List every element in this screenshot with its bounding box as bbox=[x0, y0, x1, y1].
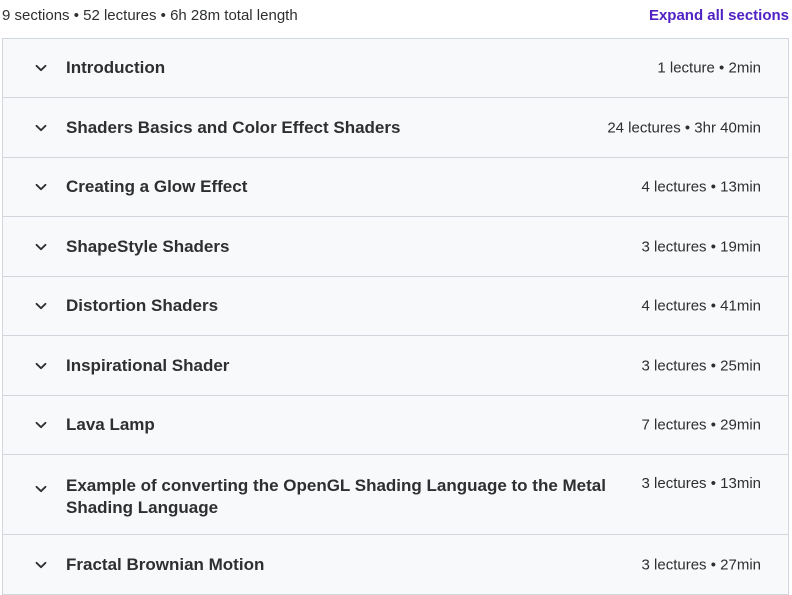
curriculum-summary: 9 sections • 52 lectures • 6h 28m total … bbox=[2, 7, 298, 24]
chevron-down-icon bbox=[35, 62, 47, 74]
section-inspirational-shader[interactable]: Inspirational Shader 3 lectures • 25min bbox=[3, 336, 788, 396]
section-lava-lamp[interactable]: Lava Lamp 7 lectures • 29min bbox=[3, 396, 788, 455]
chevron-down-icon bbox=[35, 241, 47, 253]
section-opengl-to-metal[interactable]: Example of converting the OpenGL Shading… bbox=[3, 455, 788, 535]
section-title: Example of converting the OpenGL Shading… bbox=[66, 476, 606, 517]
section-meta: 3 lectures • 25min bbox=[641, 357, 761, 374]
section-distortion-shaders[interactable]: Distortion Shaders 4 lectures • 41min bbox=[3, 277, 788, 336]
section-title: Fractal Brownian Motion bbox=[66, 554, 265, 574]
section-title: Distortion Shaders bbox=[66, 296, 219, 315]
chevron-down-icon bbox=[35, 360, 47, 372]
curriculum-header: 9 sections • 52 lectures • 6h 28m total … bbox=[0, 0, 792, 32]
section-title: Introduction bbox=[66, 58, 166, 77]
section-meta: 3 lectures • 13min bbox=[641, 475, 761, 492]
section-introduction[interactable]: Introduction 1 lecture • 2min bbox=[3, 39, 788, 98]
section-meta: 4 lectures • 41min bbox=[641, 297, 761, 315]
section-title: Creating a Glow Effect bbox=[66, 177, 248, 196]
section-meta: 1 lecture • 2min bbox=[657, 59, 761, 77]
chevron-down-icon bbox=[35, 300, 47, 312]
chevron-down-icon bbox=[35, 181, 47, 193]
section-shaders-basics[interactable]: Shaders Basics and Color Effect Shaders … bbox=[3, 98, 788, 158]
section-title: Shaders Basics and Color Effect Shaders bbox=[66, 117, 401, 137]
chevron-down-icon bbox=[35, 419, 47, 431]
section-title: Lava Lamp bbox=[66, 415, 155, 434]
section-title: ShapeStyle Shaders bbox=[66, 236, 230, 256]
expand-all-sections-button[interactable]: Expand all sections bbox=[649, 7, 789, 24]
section-shapestyle-shaders[interactable]: ShapeStyle Shaders 3 lectures • 19min bbox=[3, 217, 788, 277]
section-meta: 4 lectures • 13min bbox=[641, 178, 761, 196]
section-meta: 3 lectures • 27min bbox=[641, 556, 761, 573]
section-title: Inspirational Shader bbox=[66, 355, 230, 375]
section-meta: 24 lectures • 3hr 40min bbox=[607, 119, 761, 136]
section-fractal-brownian-motion[interactable]: Fractal Brownian Motion 3 lectures • 27m… bbox=[3, 535, 788, 594]
chevron-down-icon bbox=[35, 559, 47, 571]
section-meta: 7 lectures • 29min bbox=[641, 416, 761, 434]
curriculum-section-list: Introduction 1 lecture • 2min Shaders Ba… bbox=[2, 38, 789, 595]
chevron-down-icon bbox=[35, 122, 47, 134]
section-meta: 3 lectures • 19min bbox=[641, 238, 761, 255]
section-glow-effect[interactable]: Creating a Glow Effect 4 lectures • 13mi… bbox=[3, 158, 788, 217]
chevron-down-icon bbox=[35, 483, 47, 495]
